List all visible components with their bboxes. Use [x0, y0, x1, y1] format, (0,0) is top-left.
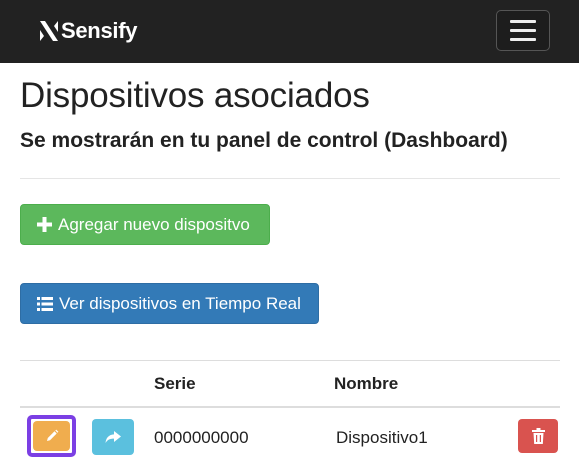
page-title: Dispositivos asociados — [20, 76, 370, 115]
list-icon — [37, 296, 53, 311]
edit-device-button[interactable] — [33, 421, 70, 451]
cell-nombre: Dispositivo1 — [336, 428, 428, 447]
cell-serie: 0000000000 — [154, 428, 249, 447]
plus-icon — [37, 217, 52, 232]
pencil-icon — [46, 429, 58, 441]
delete-device-button[interactable] — [518, 419, 558, 453]
table-header-border — [20, 406, 560, 408]
page-subtitle: Se mostrarán en tu panel de control (Das… — [20, 129, 508, 152]
share-arrow-icon — [105, 430, 121, 443]
share-device-button[interactable] — [92, 419, 134, 455]
trash-icon — [531, 428, 545, 444]
brand-logo[interactable]: Sensify — [38, 14, 137, 48]
hamburger-icon — [510, 20, 536, 23]
table-top-border — [20, 360, 560, 361]
sensify-logo-icon — [40, 21, 58, 41]
divider — [20, 178, 560, 179]
top-navbar: Sensify — [0, 0, 579, 63]
realtime-devices-label: Ver dispositivos en Tiempo Real — [59, 293, 301, 313]
column-header-nombre: Nombre — [334, 374, 399, 393]
menu-toggle-button[interactable] — [496, 10, 550, 51]
hamburger-icon-bar — [510, 29, 536, 32]
add-device-button[interactable]: Agregar nuevo dispositvo — [20, 204, 270, 245]
realtime-devices-button[interactable]: Ver dispositivos en Tiempo Real — [20, 283, 319, 324]
add-device-label: Agregar nuevo dispositvo — [58, 214, 250, 234]
hamburger-icon-bar — [510, 38, 536, 41]
brand-name: Sensify — [61, 18, 138, 43]
column-header-serie: Serie — [154, 374, 196, 393]
